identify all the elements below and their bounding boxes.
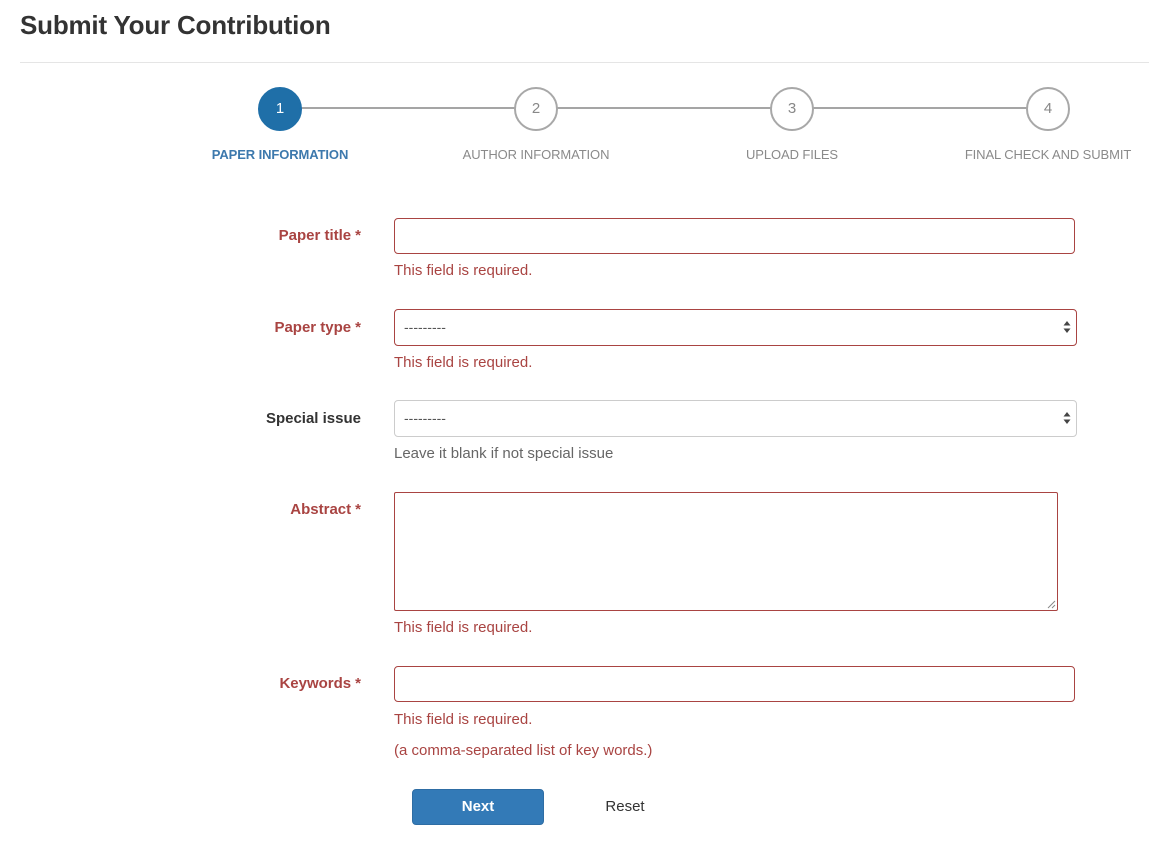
special-issue-help: Leave it blank if not special issue (394, 445, 614, 462)
required-marker: * (355, 319, 361, 336)
step-connector (813, 107, 1027, 109)
paper-type-label-text: Paper type (274, 319, 352, 336)
select-updown-icon (1063, 321, 1071, 333)
step-3-label: UPLOAD FILES (746, 147, 838, 162)
resize-handle-icon[interactable] (1047, 600, 1056, 609)
progress-stepper: 1 2 3 4 PAPER INFORMATION AUTHOR INFORMA… (0, 0, 1149, 180)
abstract-label-text: Abstract (290, 501, 352, 518)
step-1-label: PAPER INFORMATION (211, 147, 349, 162)
required-marker: * (355, 227, 361, 244)
paper-title-label-text: Paper title (278, 227, 352, 244)
abstract-error: This field is required. (394, 619, 533, 636)
reset-button[interactable]: Reset (586, 789, 664, 825)
step-3-circle[interactable]: 3 (770, 87, 814, 131)
step-2-circle[interactable]: 2 (514, 87, 558, 131)
step-connector (301, 107, 515, 109)
special-issue-label-text: Special issue (265, 410, 361, 427)
required-marker: * (355, 675, 361, 692)
keywords-help: (a comma-separated list of key words.) (394, 742, 653, 759)
step-4-label: FINAL CHECK AND SUBMIT (964, 147, 1132, 162)
abstract-label: Abstract * (161, 501, 361, 518)
paper-title-error: This field is required. (394, 262, 533, 279)
step-4-circle[interactable]: 4 (1026, 87, 1070, 131)
select-updown-icon (1063, 412, 1071, 424)
paper-type-selected-value: --------- (404, 319, 446, 335)
keywords-label-text: Keywords (279, 675, 352, 692)
step-1-circle[interactable]: 1 (258, 87, 302, 131)
abstract-textarea[interactable] (394, 492, 1058, 611)
step-2-label: AUTHOR INFORMATION (462, 147, 610, 162)
special-issue-label: Special issue (161, 410, 361, 427)
keywords-input[interactable] (394, 666, 1075, 702)
paper-title-label: Paper title * (161, 227, 361, 244)
paper-title-input[interactable] (394, 218, 1075, 254)
paper-type-select[interactable]: --------- (394, 309, 1077, 346)
step-connector (557, 107, 771, 109)
special-issue-selected-value: --------- (404, 410, 446, 426)
next-button[interactable]: Next (412, 789, 544, 825)
keywords-label: Keywords * (161, 675, 361, 692)
special-issue-select[interactable]: --------- (394, 400, 1077, 437)
required-marker: * (355, 501, 361, 518)
paper-type-label: Paper type * (161, 319, 361, 336)
paper-type-error: This field is required. (394, 354, 533, 371)
keywords-error: This field is required. (394, 711, 533, 728)
